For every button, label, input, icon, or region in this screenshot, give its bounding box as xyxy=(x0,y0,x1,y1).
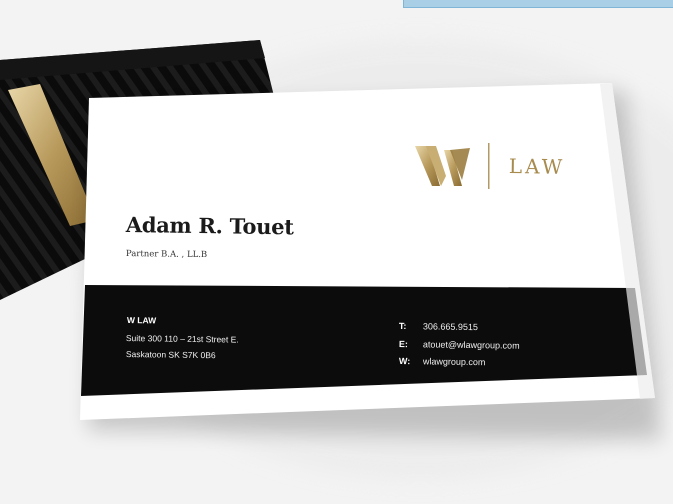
firm-name: W LAW xyxy=(126,315,157,326)
address-line-1: Suite 300 110 – 21st Street E. xyxy=(125,333,239,345)
logo-word: LAW xyxy=(508,154,566,179)
contact-email-label: E: xyxy=(398,339,408,350)
photo-scene: LAW Adam R. Touet Partner B.A. , LL.B W … xyxy=(0,0,673,504)
contact-website-value: wlawgroup.com xyxy=(422,356,486,368)
contact-phone-value: 306.665.9515 xyxy=(422,321,479,333)
person-name: Adam R. Touet xyxy=(125,212,294,240)
contact-email-value: atouet@wlawgroup.com xyxy=(422,339,520,351)
address-line-2: Saskatoon SK S7K 0B6 xyxy=(125,349,216,361)
contact-website: W: wlawgroup.com xyxy=(399,356,486,367)
contact-phone: T: 306.665.9515 xyxy=(399,321,478,332)
person-title: Partner B.A. , LL.B xyxy=(125,249,208,261)
card-content: LAW Adam R. Touet Partner B.A. , LL.B W … xyxy=(0,0,673,504)
contact-phone-label: T: xyxy=(398,321,407,332)
contact-website-label: W: xyxy=(398,356,411,367)
contact-email: E: atouet@wlawgroup.com xyxy=(399,339,520,351)
